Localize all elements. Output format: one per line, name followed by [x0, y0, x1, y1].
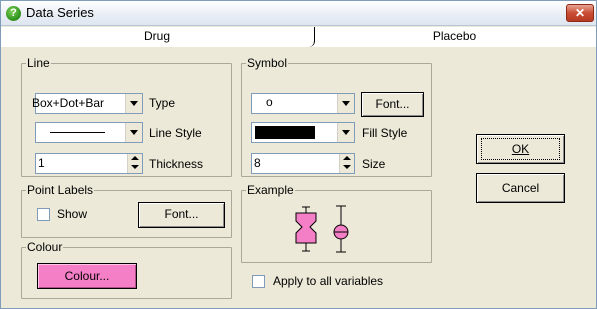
data-series-dialog: ? Data Series ✕ Drug Placebo Line Box+Do… — [0, 0, 597, 309]
apply-all-label[interactable]: Apply to all variables — [273, 274, 383, 288]
symbol-value: o — [266, 95, 273, 109]
tab-divider — [309, 27, 315, 47]
line-style-combo[interactable] — [35, 122, 143, 143]
fill-style-combo[interactable] — [251, 122, 355, 143]
thickness-spinner[interactable]: 1 — [35, 153, 143, 174]
colour-group-label: Colour — [26, 240, 64, 254]
colour-button[interactable]: Colour... — [37, 263, 137, 289]
apply-all-checkbox[interactable] — [252, 275, 265, 288]
ok-focus-rect — [481, 138, 560, 160]
chevron-down-icon[interactable] — [125, 123, 142, 142]
line-group-label: Line — [26, 56, 51, 70]
show-labels-checkbox[interactable] — [37, 208, 50, 221]
tab-drug[interactable]: Drug — [1, 27, 313, 47]
tab-placebo[interactable]: Placebo — [313, 27, 596, 47]
close-button[interactable]: ✕ — [566, 4, 594, 22]
fill-style-sample — [255, 126, 315, 139]
chevron-down-icon[interactable] — [337, 123, 354, 142]
point-labels-font-label: Font... — [164, 207, 199, 221]
chevron-down-icon[interactable] — [337, 94, 354, 113]
spin-down-icon[interactable] — [131, 165, 139, 169]
symbol-group-label: Symbol — [246, 56, 289, 70]
line-style-label: Line Style — [149, 126, 202, 140]
thickness-value: 1 — [38, 156, 45, 170]
title-bar[interactable]: ? Data Series ✕ — [1, 1, 596, 26]
help-question-icon: ? — [6, 6, 21, 21]
close-icon: ✕ — [574, 6, 586, 20]
colour-button-label: Colour... — [64, 269, 110, 283]
size-label: Size — [362, 157, 386, 171]
type-value: Box+Dot+Bar — [32, 96, 105, 110]
line-style-sample — [50, 132, 105, 133]
window-title: Data Series — [26, 5, 94, 20]
size-spin-buttons[interactable] — [339, 154, 354, 173]
chevron-down-icon[interactable] — [125, 94, 142, 113]
symbol-combo[interactable]: o — [251, 93, 355, 114]
example-preview — [295, 205, 349, 253]
show-labels-label[interactable]: Show — [57, 207, 87, 221]
tab-strip: Drug Placebo — [1, 27, 596, 47]
symbol-font-button[interactable]: Font... — [361, 92, 424, 117]
type-label: Type — [149, 96, 176, 110]
cancel-button[interactable]: Cancel — [476, 173, 565, 203]
thickness-label: Thickness — [149, 157, 204, 171]
fill-style-label: Fill Style — [362, 126, 408, 140]
spin-up-icon[interactable] — [343, 156, 351, 160]
spin-up-icon[interactable] — [131, 156, 139, 160]
size-value: 8 — [254, 156, 261, 170]
point-labels-font-button[interactable]: Font... — [138, 202, 225, 228]
spin-down-icon[interactable] — [343, 165, 351, 169]
type-combo[interactable]: Box+Dot+Bar — [32, 93, 143, 114]
cancel-button-label: Cancel — [501, 181, 540, 195]
example-group-label: Example — [246, 183, 295, 197]
size-spinner[interactable]: 8 — [251, 153, 355, 174]
thickness-spin-buttons[interactable] — [127, 154, 142, 173]
point-labels-label: Point Labels — [26, 183, 95, 197]
symbol-font-label: Font... — [375, 97, 410, 111]
